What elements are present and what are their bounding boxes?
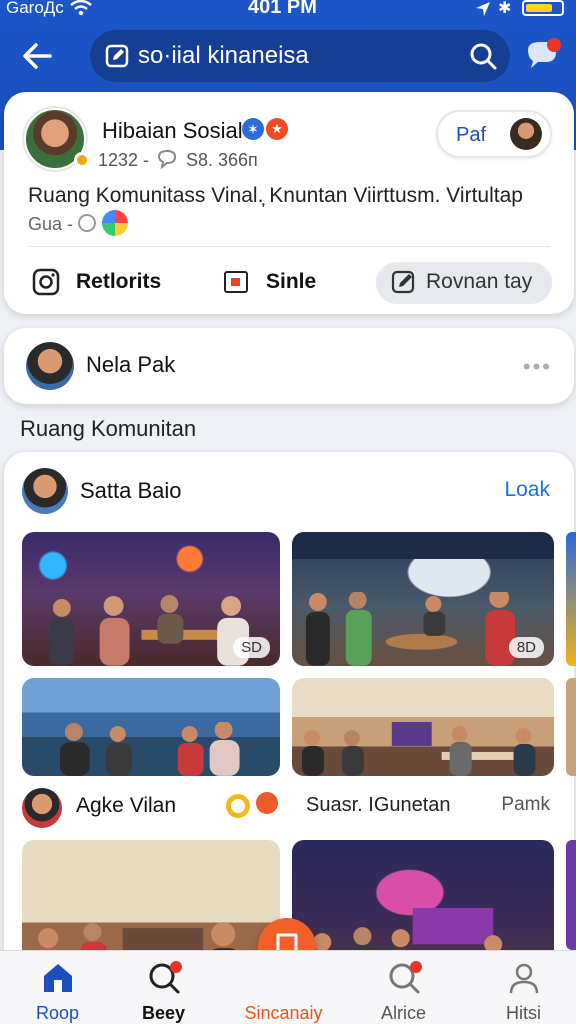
action-label: Retlorits <box>76 270 162 293</box>
next-card-peek[interactable] <box>566 678 576 776</box>
search-input[interactable]: so·iial kinaneisa <box>138 42 309 70</box>
more-options-icon[interactable]: ••• <box>523 354 552 380</box>
feed-author-name[interactable]: Satta Baio <box>80 478 182 504</box>
suggested-user-name[interactable]: Nela Pak <box>86 352 175 378</box>
member-name[interactable]: Agke Vilan <box>76 794 176 818</box>
community-photo[interactable]: 8D <box>292 532 554 666</box>
photo-tag: 8D <box>508 637 544 658</box>
nav-label: Sincanaiy <box>244 1003 323 1023</box>
suggested-user-card[interactable]: Nela Pak ••• <box>4 328 574 404</box>
status-bar: GaroДc 401 PM ✱ <box>0 0 576 22</box>
search-icon[interactable] <box>468 41 498 71</box>
nav-search[interactable]: Beey <box>106 951 221 1024</box>
action-label: Sinle <box>266 270 317 293</box>
section-title: Ruang Komunitan <box>20 416 197 441</box>
action-label: Rovnan tay <box>426 270 533 293</box>
battery-icon <box>522 0 564 16</box>
nav-label: Beey <box>141 1003 186 1023</box>
nav-saved[interactable]: Sincanaiy <box>226 951 341 1024</box>
pill-label: Paf <box>456 124 487 146</box>
member-action-link[interactable]: Pamk <box>501 794 550 816</box>
profile-stat-posts: S8. 366п <box>186 150 258 170</box>
avatar[interactable] <box>22 788 62 828</box>
nav-alerts[interactable]: Alrice <box>346 951 461 1024</box>
carrier-label: GaroДc <box>6 0 64 17</box>
photo-tag: SD <box>233 637 270 658</box>
online-status-dot <box>74 152 90 168</box>
action-sinle-button[interactable]: Sinle <box>222 262 352 304</box>
badge-icon <box>256 792 278 814</box>
nav-profile[interactable]: Hitsi <box>466 951 576 1024</box>
clock-icon <box>78 214 96 232</box>
edit-icon <box>391 270 415 294</box>
badge-icon: ★ <box>266 118 288 140</box>
nav-label: Hitsi <box>506 1003 541 1023</box>
pill-avatar <box>510 118 542 150</box>
profile-pill-button[interactable]: Paf <box>436 110 552 158</box>
people-silhouettes <box>59 722 240 776</box>
search-bar[interactable]: so·iial kinaneisa <box>90 30 510 82</box>
emoji-icon <box>102 210 128 236</box>
chat-notification-icon[interactable] <box>522 36 562 76</box>
person-icon <box>509 963 538 994</box>
profile-card: Hibaian Sosial ✶ ★ 1232 - S8. 366п Ruang… <box>4 92 574 314</box>
bluetooth-icon: ✱ <box>498 0 512 17</box>
wifi-icon <box>70 0 92 16</box>
community-photo[interactable] <box>22 678 280 776</box>
action-rovnan-button[interactable]: Rovnan tay <box>376 262 552 304</box>
avatar[interactable] <box>26 342 74 390</box>
divider <box>28 246 550 247</box>
profile-name[interactable]: Hibaian Sosial <box>102 118 243 144</box>
avatar[interactable] <box>22 468 68 514</box>
next-card-peek[interactable] <box>566 532 576 666</box>
verified-icon: ✶ <box>242 118 264 140</box>
ring-icon <box>226 794 250 818</box>
back-arrow-icon[interactable] <box>20 40 56 72</box>
nav-label: Alrice <box>380 1003 426 1023</box>
community-photo[interactable]: SD <box>22 532 280 666</box>
nav-label: Roop <box>35 1003 80 1023</box>
notification-dot <box>170 961 182 973</box>
bottom-navigation: Roop Beey Sincanaiy Alrice Hitsi <box>0 950 576 1024</box>
status-time: 401 PM <box>248 0 317 18</box>
comment-icon <box>157 149 177 170</box>
community-photo[interactable] <box>292 678 554 776</box>
location-icon <box>476 2 490 16</box>
action-retlorits-button[interactable]: Retlorits <box>32 262 202 304</box>
feed-look-link[interactable]: Loak <box>504 478 550 502</box>
profile-bio: Ruang Komunitass Vinal.̦ Knuntan Viirttu… <box>28 184 523 207</box>
profile-meta: Gua - <box>28 214 74 234</box>
home-icon <box>43 964 72 992</box>
instagram-icon <box>32 268 60 296</box>
member-name-secondary[interactable]: Suasr. IGunetan <box>306 794 451 817</box>
notification-dot <box>410 961 422 973</box>
square-icon <box>224 271 248 293</box>
people-silhouettes <box>301 722 536 776</box>
community-feed-card: Satta Baio Loak SD 8D Agke Vilan Suasr. … <box>4 452 574 992</box>
edit-square-icon <box>105 44 129 68</box>
nav-home[interactable]: Roop <box>0 951 115 1024</box>
profile-stat-followers: 1232 - <box>98 150 150 170</box>
next-card-peek[interactable] <box>566 840 576 950</box>
